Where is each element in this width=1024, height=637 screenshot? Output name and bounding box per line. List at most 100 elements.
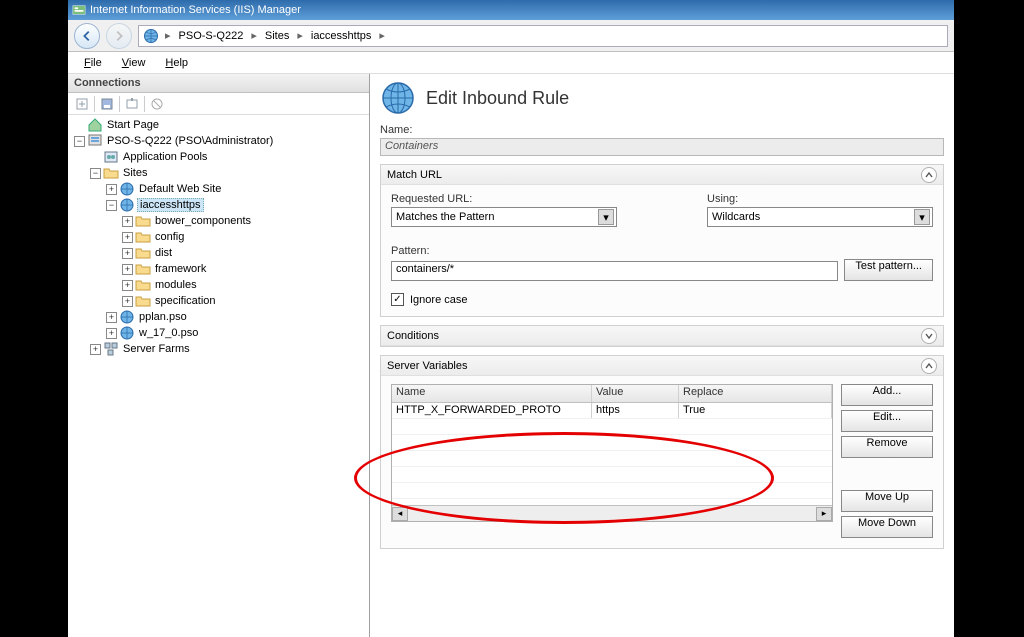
page-title: Edit Inbound Rule — [426, 88, 569, 109]
tree-node-folder[interactable]: +modules — [72, 277, 369, 293]
expand-button[interactable] — [921, 328, 937, 344]
breadcrumb-item[interactable]: PSO-S-Q222 — [177, 30, 246, 42]
grid-header: Name Value Replace — [392, 385, 832, 403]
navbar: ▸ PSO-S-Q222 ▸ Sites ▸ iaccesshttps ▸ — [68, 20, 954, 52]
menu-file[interactable]: File — [76, 55, 110, 71]
connections-tree[interactable]: Start Page − PSO-S-Q222 (PSO\Administrat… — [68, 115, 369, 637]
remove-button[interactable]: Remove — [841, 436, 933, 458]
window-title: Internet Information Services (IIS) Mana… — [90, 4, 301, 16]
panel-title: Conditions — [387, 330, 439, 342]
table-row — [392, 451, 832, 467]
conditions-panel: Conditions — [380, 325, 944, 347]
connections-toolbar — [68, 93, 369, 115]
chevron-up-icon — [924, 361, 934, 371]
tree-node-folder[interactable]: +bower_components — [72, 213, 369, 229]
globe-icon — [119, 181, 135, 197]
col-name[interactable]: Name — [392, 385, 592, 402]
ignore-case-label: Ignore case — [410, 294, 467, 306]
move-up-button[interactable]: Move Up — [841, 490, 933, 512]
tree-node-site[interactable]: +w_17_0.pso — [72, 325, 369, 341]
server-variables-grid[interactable]: Name Value Replace HTTP_X_FORWARDED_PROT… — [391, 384, 833, 522]
collapse-icon[interactable]: − — [90, 168, 101, 179]
scroll-right-icon[interactable]: ▸ — [816, 507, 832, 521]
expand-icon[interactable]: + — [106, 312, 117, 323]
tree-node-sites[interactable]: − Sites — [72, 165, 369, 181]
refresh-icon[interactable] — [122, 95, 142, 113]
menu-view[interactable]: View — [114, 55, 154, 71]
expand-icon[interactable]: + — [106, 184, 117, 195]
tree-node-start[interactable]: Start Page — [72, 117, 369, 133]
globe-icon — [143, 28, 159, 44]
folder-icon — [135, 261, 151, 277]
connections-header: Connections — [68, 74, 369, 93]
expand-icon[interactable]: + — [106, 328, 117, 339]
globe-icon — [119, 309, 135, 325]
panel-title: Server Variables — [387, 360, 468, 372]
back-button[interactable] — [74, 23, 100, 49]
menu-help[interactable]: Help — [157, 55, 196, 71]
expand-icon[interactable]: + — [122, 296, 133, 307]
collapse-button[interactable] — [921, 358, 937, 374]
chevron-right-icon: ▸ — [161, 29, 175, 42]
test-pattern-button[interactable]: Test pattern... — [844, 259, 933, 281]
menubar: File View Help — [68, 52, 954, 74]
expand-icon[interactable]: + — [122, 280, 133, 291]
table-row[interactable]: HTTP_X_FORWARDED_PROTO https True — [392, 403, 832, 419]
name-label: Name: — [380, 124, 944, 136]
tree-node-apppools[interactable]: Application Pools — [72, 149, 369, 165]
requested-url-select[interactable]: Matches the Pattern ▾ — [391, 207, 617, 227]
folder-icon — [135, 245, 151, 261]
chevron-right-icon: ▸ — [247, 29, 261, 42]
using-select[interactable]: Wildcards ▾ — [707, 207, 933, 227]
panel-title: Match URL — [387, 169, 442, 181]
tree-node-folder[interactable]: +specification — [72, 293, 369, 309]
expand-icon[interactable]: + — [122, 232, 133, 243]
expand-icon[interactable]: + — [122, 264, 133, 275]
scroll-left-icon[interactable]: ◂ — [392, 507, 408, 521]
tree-node-folder[interactable]: +framework — [72, 261, 369, 277]
folder-icon — [103, 165, 119, 181]
move-down-button[interactable]: Move Down — [841, 516, 933, 538]
titlebar: Internet Information Services (IIS) Mana… — [68, 0, 954, 20]
page-header: Edit Inbound Rule — [380, 80, 944, 116]
ignore-case-checkbox[interactable]: ✓ — [391, 293, 404, 306]
grid-body[interactable]: HTTP_X_FORWARDED_PROTO https True — [392, 403, 832, 505]
collapse-icon[interactable]: − — [74, 136, 85, 147]
table-row — [392, 435, 832, 451]
col-replace[interactable]: Replace — [679, 385, 832, 402]
add-button[interactable]: Add... — [841, 384, 933, 406]
pattern-label: Pattern: — [391, 245, 933, 257]
edit-button[interactable]: Edit... — [841, 410, 933, 432]
breadcrumb-item[interactable]: iaccesshttps — [309, 30, 374, 42]
iis-icon — [72, 3, 86, 17]
globe-icon — [380, 80, 416, 116]
stop-icon[interactable] — [147, 95, 167, 113]
tree-node-server[interactable]: − PSO-S-Q222 (PSO\Administrator) — [72, 133, 369, 149]
col-value[interactable]: Value — [592, 385, 679, 402]
expand-icon[interactable]: + — [90, 344, 101, 355]
main-content: Edit Inbound Rule Name: Containers Match… — [370, 74, 954, 637]
collapse-icon[interactable]: − — [106, 200, 117, 211]
table-row — [392, 467, 832, 483]
breadcrumb-item[interactable]: Sites — [263, 30, 291, 42]
tree-node-site[interactable]: +pplan.pso — [72, 309, 369, 325]
breadcrumb[interactable]: ▸ PSO-S-Q222 ▸ Sites ▸ iaccesshttps ▸ — [138, 25, 948, 47]
tree-node-folder[interactable]: +dist — [72, 245, 369, 261]
tree-node-default-site[interactable]: + Default Web Site — [72, 181, 369, 197]
horizontal-scrollbar[interactable]: ◂ ▸ — [392, 505, 832, 521]
expand-icon[interactable]: + — [122, 248, 133, 259]
tree-node-serverfarms[interactable]: +Server Farms — [72, 341, 369, 357]
expand-icon[interactable]: + — [122, 216, 133, 227]
apppool-icon — [103, 149, 119, 165]
collapse-button[interactable] — [921, 167, 937, 183]
connect-icon[interactable] — [72, 95, 92, 113]
arrow-left-icon — [80, 29, 94, 43]
forward-button[interactable] — [106, 23, 132, 49]
tree-node-iaccesshttps[interactable]: − iaccesshttps — [72, 197, 369, 213]
save-icon[interactable] — [97, 95, 117, 113]
pattern-input[interactable]: containers/* — [391, 261, 838, 281]
chevron-up-icon — [924, 170, 934, 180]
tree-node-folder[interactable]: +config — [72, 229, 369, 245]
globe-icon — [119, 197, 135, 213]
folder-icon — [135, 293, 151, 309]
